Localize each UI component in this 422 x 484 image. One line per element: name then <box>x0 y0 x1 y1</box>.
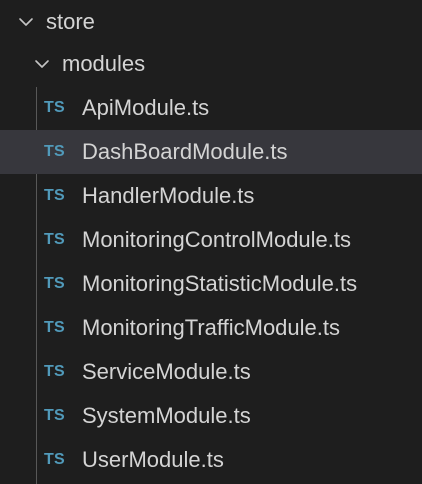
typescript-file-icon: TS <box>44 231 65 248</box>
typescript-file-icon: TS <box>44 275 65 292</box>
folder-label-modules: modules <box>62 51 146 76</box>
typescript-file-icon: TS <box>44 143 65 160</box>
file-explorer-tree: store modules TS ApiModule.ts TS DashBoa… <box>0 0 422 484</box>
file-label: MonitoringTrafficModule.ts <box>82 315 340 340</box>
file-item-handlermodule[interactable]: TS HandlerModule.ts <box>0 174 422 218</box>
file-label: UserModule.ts <box>82 447 224 472</box>
file-item-systemmodule[interactable]: TS SystemModule.ts <box>0 394 422 438</box>
file-item-usermodule[interactable]: TS UserModule.ts <box>0 438 422 482</box>
file-item-monitoringtrafficmodule[interactable]: TS MonitoringTrafficModule.ts <box>0 306 422 350</box>
file-label: HandlerModule.ts <box>82 183 255 208</box>
chevron-down-icon[interactable] <box>18 14 34 30</box>
typescript-file-icon: TS <box>44 407 65 424</box>
file-label: SystemModule.ts <box>82 403 251 428</box>
file-label: MonitoringStatisticModule.ts <box>82 271 358 296</box>
folder-store[interactable]: store <box>0 0 422 44</box>
file-item-servicemodule[interactable]: TS ServiceModule.ts <box>0 350 422 394</box>
file-item-dashboardmodule[interactable]: TS DashBoardModule.ts <box>0 130 422 174</box>
folder-modules[interactable]: modules <box>0 42 422 86</box>
typescript-file-icon: TS <box>44 187 65 204</box>
chevron-down-icon[interactable] <box>34 56 50 72</box>
file-label: ApiModule.ts <box>82 95 210 120</box>
file-label: MonitoringControlModule.ts <box>82 227 352 252</box>
file-label: ServiceModule.ts <box>82 359 251 384</box>
folder-label-store: store <box>46 9 95 34</box>
typescript-file-icon: TS <box>44 99 65 116</box>
file-item-monitoringstatisticmodule[interactable]: TS MonitoringStatisticModule.ts <box>0 262 422 306</box>
typescript-file-icon: TS <box>44 363 65 380</box>
file-label: DashBoardModule.ts <box>82 139 288 164</box>
file-item-apimodule[interactable]: TS ApiModule.ts <box>0 86 422 130</box>
file-item-monitoringcontrolmodule[interactable]: TS MonitoringControlModule.ts <box>0 218 422 262</box>
typescript-file-icon: TS <box>44 451 65 468</box>
typescript-file-icon: TS <box>44 319 65 336</box>
